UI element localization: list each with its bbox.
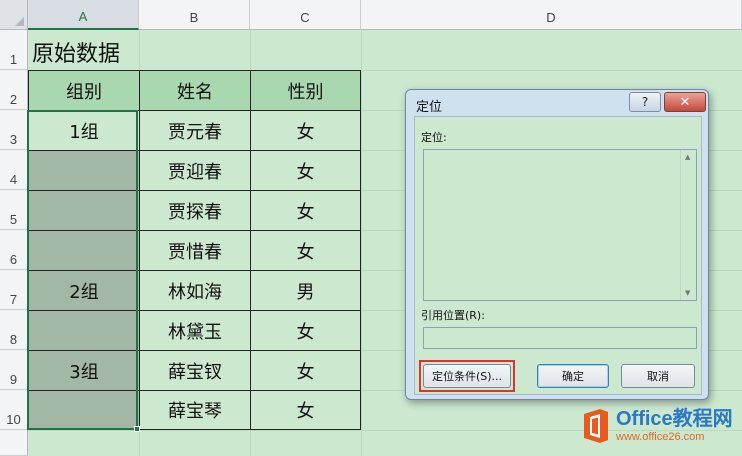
help-button[interactable]: ? bbox=[629, 92, 661, 112]
goto-list[interactable]: ▲ ▼ bbox=[423, 149, 697, 301]
select-all-corner[interactable] bbox=[0, 0, 28, 30]
office-logo-icon bbox=[584, 409, 608, 443]
group-cell[interactable]: 3组 bbox=[28, 350, 140, 391]
row-header-11[interactable] bbox=[0, 430, 28, 456]
name-cell[interactable]: 贾迎春 bbox=[139, 150, 251, 191]
scroll-down-icon[interactable]: ▼ bbox=[685, 289, 690, 297]
special-button[interactable]: 定位条件(S)... bbox=[423, 364, 511, 388]
name-cell[interactable]: 贾惜春 bbox=[139, 230, 251, 271]
name-cell[interactable]: 薛宝钗 bbox=[139, 350, 251, 391]
row-header-2[interactable]: 2 bbox=[0, 70, 28, 110]
gridline bbox=[361, 30, 362, 456]
ok-button[interactable]: 确定 bbox=[537, 364, 609, 388]
header-cell-gender[interactable]: 性别 bbox=[250, 70, 361, 111]
group-cell[interactable]: 1组 bbox=[28, 110, 140, 151]
gender-cell[interactable]: 女 bbox=[250, 390, 361, 430]
goto-label: 定位: bbox=[421, 131, 447, 144]
row-header-1[interactable]: 1 bbox=[0, 30, 28, 70]
name-cell[interactable]: 薛宝琴 bbox=[139, 390, 251, 430]
group-cell[interactable]: 2组 bbox=[28, 270, 140, 311]
name-cell[interactable]: 林黛玉 bbox=[139, 310, 251, 351]
row-header-8[interactable]: 8 bbox=[0, 310, 28, 350]
row-header-7[interactable]: 7 bbox=[0, 270, 28, 310]
reference-input[interactable] bbox=[423, 327, 697, 349]
gender-cell[interactable]: 女 bbox=[250, 310, 361, 351]
column-header-d[interactable]: D bbox=[361, 0, 742, 30]
row-header-5[interactable]: 5 bbox=[0, 190, 28, 230]
group-cell-blank[interactable] bbox=[28, 310, 140, 351]
dialog-body: 定位: ▲ ▼ 引用位置(R): 定位条件(S)... 确定 取消 bbox=[414, 116, 702, 395]
gender-cell[interactable]: 女 bbox=[250, 190, 361, 231]
list-scrollbar[interactable]: ▲ ▼ bbox=[680, 150, 696, 300]
gender-cell[interactable]: 女 bbox=[250, 110, 361, 151]
group-cell-blank[interactable] bbox=[28, 230, 140, 271]
header-cell-group[interactable]: 组别 bbox=[28, 70, 140, 111]
group-cell-blank[interactable] bbox=[28, 150, 140, 191]
goto-dialog: 定位 ? ✕ 定位: ▲ ▼ 引用位置(R): 定位条件(S)... 确定 取消 bbox=[405, 89, 709, 400]
gender-cell[interactable]: 女 bbox=[250, 230, 361, 271]
scroll-up-icon[interactable]: ▲ bbox=[685, 153, 690, 161]
row-header-3[interactable]: 3 bbox=[0, 110, 28, 150]
watermark-brand: Office教程网 bbox=[616, 408, 733, 430]
group-cell-blank[interactable] bbox=[28, 190, 140, 231]
row-header-10[interactable]: 10 bbox=[0, 390, 28, 430]
row-header-6[interactable]: 6 bbox=[0, 230, 28, 270]
close-button[interactable]: ✕ bbox=[664, 92, 706, 112]
column-header-b[interactable]: B bbox=[139, 0, 250, 30]
name-cell[interactable]: 贾元春 bbox=[139, 110, 251, 151]
dialog-title: 定位 bbox=[416, 100, 443, 115]
gender-cell[interactable]: 女 bbox=[250, 150, 361, 191]
watermark: Office教程网 www.office26.com bbox=[582, 408, 733, 444]
name-cell[interactable]: 贾探春 bbox=[139, 190, 251, 231]
gender-cell[interactable]: 男 bbox=[250, 270, 361, 311]
watermark-url: www.office26.com bbox=[616, 431, 705, 443]
fill-handle[interactable] bbox=[134, 426, 140, 432]
sheet-title: 原始数据 bbox=[32, 42, 121, 67]
column-header-c[interactable]: C bbox=[250, 0, 361, 30]
group-cell-blank[interactable] bbox=[28, 390, 140, 430]
row-header-4[interactable]: 4 bbox=[0, 150, 28, 190]
reference-label: 引用位置(R): bbox=[421, 309, 485, 322]
cancel-button[interactable]: 取消 bbox=[621, 364, 695, 388]
header-cell-name[interactable]: 姓名 bbox=[139, 70, 251, 111]
gender-cell[interactable]: 女 bbox=[250, 350, 361, 391]
name-cell[interactable]: 林如海 bbox=[139, 270, 251, 311]
column-header-a[interactable]: A bbox=[28, 0, 139, 30]
row-header-9[interactable]: 9 bbox=[0, 350, 28, 390]
